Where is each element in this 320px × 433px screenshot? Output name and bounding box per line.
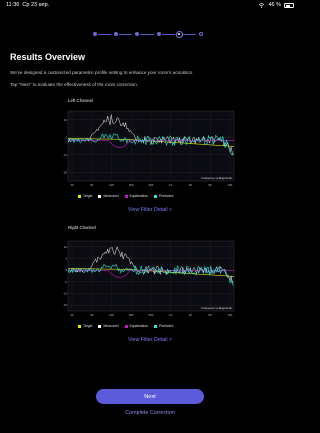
y-tick-label: -15 bbox=[63, 303, 67, 307]
stepper-connector bbox=[119, 34, 133, 35]
x-tick-label: 10K bbox=[228, 183, 233, 187]
next-button[interactable]: Next bbox=[96, 389, 204, 404]
stepper-dot bbox=[176, 30, 184, 38]
status-indicators: 46 % bbox=[258, 2, 294, 8]
y-tick-label: -10 bbox=[63, 153, 67, 157]
battery-icon bbox=[284, 2, 294, 8]
right-channel-chart: 10 5 0 -5 -10 -15 20 50 100 200 500 1K 2K 5K 10K Freque… bbox=[60, 238, 240, 320]
legend-target: Target bbox=[78, 324, 92, 328]
right-channel-label: Right Channel bbox=[68, 225, 96, 230]
x-tick-label: 50 bbox=[90, 313, 94, 317]
stepper-dot bbox=[93, 32, 97, 36]
page-title: Results Overview bbox=[10, 52, 86, 62]
stepper-dot bbox=[199, 32, 204, 36]
legend-equalization: Equalization bbox=[124, 194, 148, 198]
wifi-icon bbox=[259, 2, 265, 8]
stepper-connector bbox=[140, 34, 154, 35]
x-tick-label: 1K bbox=[169, 183, 173, 187]
x-tick-label: 50 bbox=[90, 183, 94, 187]
y-tick-label: 0 bbox=[65, 135, 67, 139]
instruction-text: Tap "Next" to evaluate the effectiveness… bbox=[10, 82, 139, 87]
left-channel-chart: 10 0 -10 -20 20 50 100 200 500 1K 2K 5K 10K Frequency… bbox=[60, 108, 240, 190]
x-tick-label: 20 bbox=[70, 313, 74, 317]
left-view-filter-detail-link[interactable]: View Filter Detail > bbox=[0, 207, 300, 213]
right-chart-legend: Target Measured Equalization Predicted bbox=[78, 324, 173, 328]
y-tick-label: -5 bbox=[65, 280, 68, 284]
left-chart-legend: Target Measured Equalization Predicted bbox=[78, 194, 173, 198]
right-view-filter-detail-link[interactable]: View Filter Detail > bbox=[0, 337, 300, 343]
stepper-dot bbox=[135, 32, 140, 36]
x-tick-label: 1K bbox=[169, 313, 173, 317]
y-tick-label: -20 bbox=[63, 170, 67, 174]
legend-predicted: Predicted bbox=[154, 194, 173, 198]
status-bar: 11:36 Ср 23 апр. 46 % bbox=[0, 0, 300, 10]
y-tick-label: -10 bbox=[63, 292, 67, 296]
stepper-dot bbox=[114, 32, 119, 36]
x-tick-label: 100 bbox=[109, 313, 114, 317]
legend-target: Target bbox=[78, 194, 92, 198]
x-tick-label: 100 bbox=[109, 183, 114, 187]
x-tick-label: 10K bbox=[228, 313, 233, 317]
x-tick-label: 200 bbox=[129, 183, 134, 187]
x-tick-label: 5K bbox=[209, 183, 213, 187]
legend-measured: Measured bbox=[98, 324, 119, 328]
x-tick-label: 200 bbox=[129, 313, 134, 317]
status-time-date: 11:36 Ср 23 апр. bbox=[6, 2, 50, 8]
y-tick-label: 10 bbox=[64, 245, 68, 249]
progress-stepper bbox=[91, 29, 209, 39]
x-tick-label: 5K bbox=[209, 313, 213, 317]
chart-caption: Frequency vs Magnitude bbox=[201, 176, 232, 180]
x-tick-label: 2K bbox=[189, 313, 193, 317]
x-tick-label: 2K bbox=[189, 183, 193, 187]
y-tick-label: 0 bbox=[65, 268, 67, 272]
stepper-dot bbox=[156, 32, 161, 36]
left-channel-label: Left Channel bbox=[68, 98, 93, 103]
x-tick-label: 500 bbox=[149, 313, 154, 317]
x-tick-label: 500 bbox=[149, 183, 154, 187]
legend-measured: Measured bbox=[98, 194, 119, 198]
y-tick-label: 10 bbox=[64, 118, 68, 122]
y-tick-label: 5 bbox=[65, 257, 67, 261]
stepper-connector bbox=[182, 34, 197, 35]
description-text: We've designed a customized parametric p… bbox=[10, 70, 194, 75]
battery-percent: 46 % bbox=[268, 2, 281, 8]
complete-correction-link[interactable]: Complete Correction bbox=[0, 410, 300, 416]
chart-caption: Frequency vs Magnitude bbox=[201, 306, 232, 310]
legend-equalization: Equalization bbox=[124, 324, 148, 328]
stepper-connector bbox=[161, 34, 175, 35]
legend-predicted: Predicted bbox=[154, 324, 173, 328]
x-tick-label: 20 bbox=[70, 183, 74, 187]
stepper-connector bbox=[98, 34, 112, 35]
